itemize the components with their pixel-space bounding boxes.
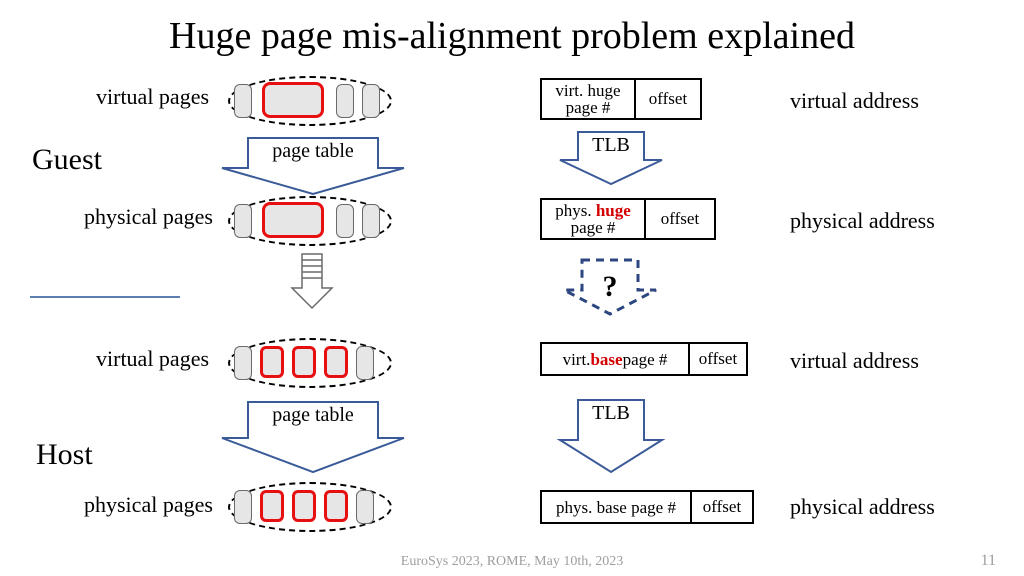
guest-pp-small-mid: [336, 204, 354, 238]
host-vp-base-3: [324, 346, 348, 378]
host-label: Host: [36, 438, 93, 472]
host-pp-small-left: [234, 490, 252, 524]
separator-line: [30, 296, 180, 298]
slide-root: Huge page mis-alignment problem explaine…: [0, 0, 1024, 576]
host-vp-small-right: [356, 346, 374, 380]
guest-vp-small-mid: [336, 84, 354, 118]
virt-base-page-num: virt. base page #: [542, 344, 690, 374]
phys-huge-page-num: phys. huge page #: [542, 200, 646, 238]
label-virtual-pages-host: virtual pages: [96, 346, 209, 372]
phys-huge-line1: phys. huge: [555, 202, 631, 219]
virt-huge-line1: virt. huge: [555, 82, 620, 99]
host-tlb-label: TLB: [556, 402, 666, 425]
footer-venue: EuroSys 2023, ROME, May 10th, 2023: [0, 554, 1024, 570]
swap-arrow: [290, 252, 334, 310]
block-arrow-icon: [218, 134, 408, 196]
phys-base-address-box: phys. base page # offset: [540, 490, 754, 524]
right-label-physical-address-1: physical address: [790, 208, 935, 234]
swap-arrow-icon: [290, 252, 334, 310]
label-physical-pages-host: physical pages: [84, 492, 213, 518]
guest-vp-small-right: [362, 84, 380, 118]
right-label-physical-address-2: physical address: [790, 494, 935, 520]
guest-label: Guest: [32, 143, 102, 177]
virt-base-address-box: virt. base page # offset: [540, 342, 748, 376]
host-pp-base-3: [324, 490, 348, 522]
guest-pp-huge: [262, 202, 324, 238]
slide-title: Huge page mis-alignment problem explaine…: [0, 14, 1024, 58]
guest-tlb-label: TLB: [556, 134, 666, 157]
right-label-virtual-address-2: virtual address: [790, 348, 919, 374]
phys-base-offset: offset: [692, 492, 752, 522]
host-pp-base-2: [292, 490, 316, 522]
phys-huge-offset: offset: [646, 200, 714, 238]
host-pp-base-1: [260, 490, 284, 522]
guest-page-table-arrow: page table: [218, 134, 408, 196]
host-page-table-arrow: page table: [218, 398, 408, 476]
phys-huge-line2: page #: [571, 219, 616, 236]
host-vp-small-left: [234, 346, 252, 380]
guest-vp-huge: [262, 82, 324, 118]
host-tlb-arrow: TLB: [556, 398, 666, 476]
host-vp-base-2: [292, 346, 316, 378]
guest-pp-small-left: [234, 204, 252, 238]
label-virtual-pages-guest: virtual pages: [96, 84, 209, 110]
virt-huge-line2: page #: [566, 99, 611, 116]
virt-base-offset: offset: [690, 344, 746, 374]
phys-huge-address-box: phys. huge page # offset: [540, 198, 716, 240]
question-mark: ?: [560, 270, 660, 304]
host-vp-base-1: [260, 346, 284, 378]
right-label-virtual-address-1: virtual address: [790, 88, 919, 114]
footer-page-number: 11: [981, 552, 996, 570]
guest-vp-small-left: [234, 84, 252, 118]
question-arrow: ?: [560, 256, 660, 318]
virt-huge-page-num: virt. huge page #: [542, 80, 636, 118]
guest-tlb-arrow: TLB: [556, 130, 666, 186]
block-arrow-icon: [218, 398, 408, 476]
host-pp-small-right: [356, 490, 374, 524]
phys-base-page-num: phys. base page #: [542, 492, 692, 522]
label-physical-pages-guest: physical pages: [84, 204, 213, 230]
virt-huge-address-box: virt. huge page # offset: [540, 78, 702, 120]
guest-pp-small-right: [362, 204, 380, 238]
virt-huge-offset: offset: [636, 80, 700, 118]
